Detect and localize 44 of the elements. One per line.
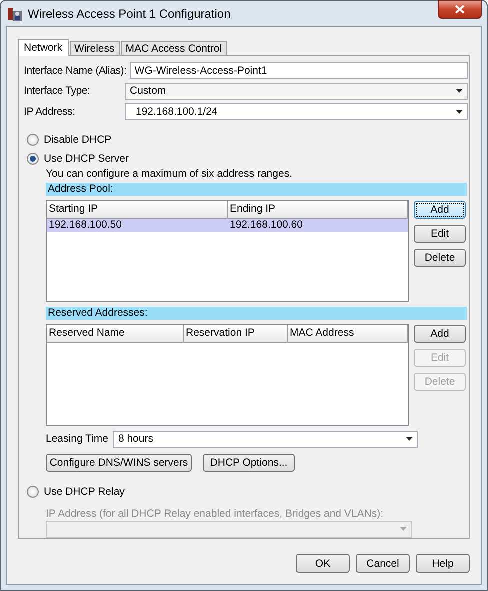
- caret-icon: [406, 437, 414, 442]
- options-button[interactable]: DHCP Options...: [203, 454, 295, 472]
- caret-icon: [456, 110, 463, 114]
- hint-text: You can configure a maximum of six address ranges.: [46, 168, 294, 180]
- field-label: IP Address (for all DHCP Relay enabled interfaces, Bridges and VLANs):: [46, 508, 385, 520]
- radio-button[interactable]: [27, 134, 39, 146]
- dropdown-field[interactable]: 192.168.100.1/24: [125, 103, 468, 120]
- window-title: Wireless Access Point 1 Configuration: [28, 6, 231, 20]
- column-header[interactable]: Ending IP: [228, 200, 408, 218]
- caret-icon: [400, 527, 407, 532]
- table-row[interactable]: 192.168.100.50 192.168.100.60: [47, 218, 408, 232]
- field-label: Interface Name (Alias):: [24, 64, 127, 77]
- field-label: Interface Type:: [24, 85, 92, 98]
- section-header: Reserved Addresses:: [46, 306, 467, 320]
- radio-label: Disable DHCP: [44, 134, 112, 146]
- close-icon: [455, 5, 465, 14]
- configure-button[interactable]: Configure DNS/WINS servers: [46, 454, 192, 472]
- help-button"[interactable]: Help: [416, 554, 470, 573]
- cancel-button"[interactable]: Cancel: [356, 554, 410, 573]
- column-header[interactable]: Reservation IP: [184, 324, 288, 342]
- column-header[interactable]: MAC Address: [288, 324, 408, 342]
- section-header: Address Pool:: [46, 182, 467, 196]
- caret-icon: [456, 89, 463, 94]
- radio-label: Use DHCP Relay: [44, 486, 125, 498]
- field-label: IP Address:: [24, 106, 76, 118]
- input-field[interactable]: WG-Wireless-Access-Point1: [130, 62, 468, 80]
- ok-button"[interactable]: OK: [296, 554, 350, 573]
- close-button[interactable]: [438, 0, 482, 19]
- tab[interactable]: Network: [18, 39, 69, 56]
- radio-label: Use DHCP Server: [44, 152, 129, 165]
- delete-button[interactable]: Delete: [414, 248, 466, 267]
- add-button[interactable]: Add: [414, 324, 466, 343]
- dropdown-field[interactable]: Custom: [125, 82, 468, 100]
- dropdown-field[interactable]: 8 hours: [113, 430, 418, 448]
- radio-button[interactable]: [27, 486, 39, 498]
- add-button[interactable]: Add: [414, 200, 466, 219]
- radio-button[interactable]: [27, 152, 39, 165]
- edit-button[interactable]: Edit: [414, 224, 466, 243]
- app-icon: [8, 6, 22, 20]
- field-label: Leasing Time: [46, 433, 108, 446]
- column-header[interactable]: Reserved Name: [47, 324, 184, 342]
- tab[interactable]: Wireless: [70, 41, 120, 55]
- tab[interactable]: MAC Access Control: [120, 41, 228, 55]
- column-header[interactable]: Starting IP: [47, 200, 228, 218]
